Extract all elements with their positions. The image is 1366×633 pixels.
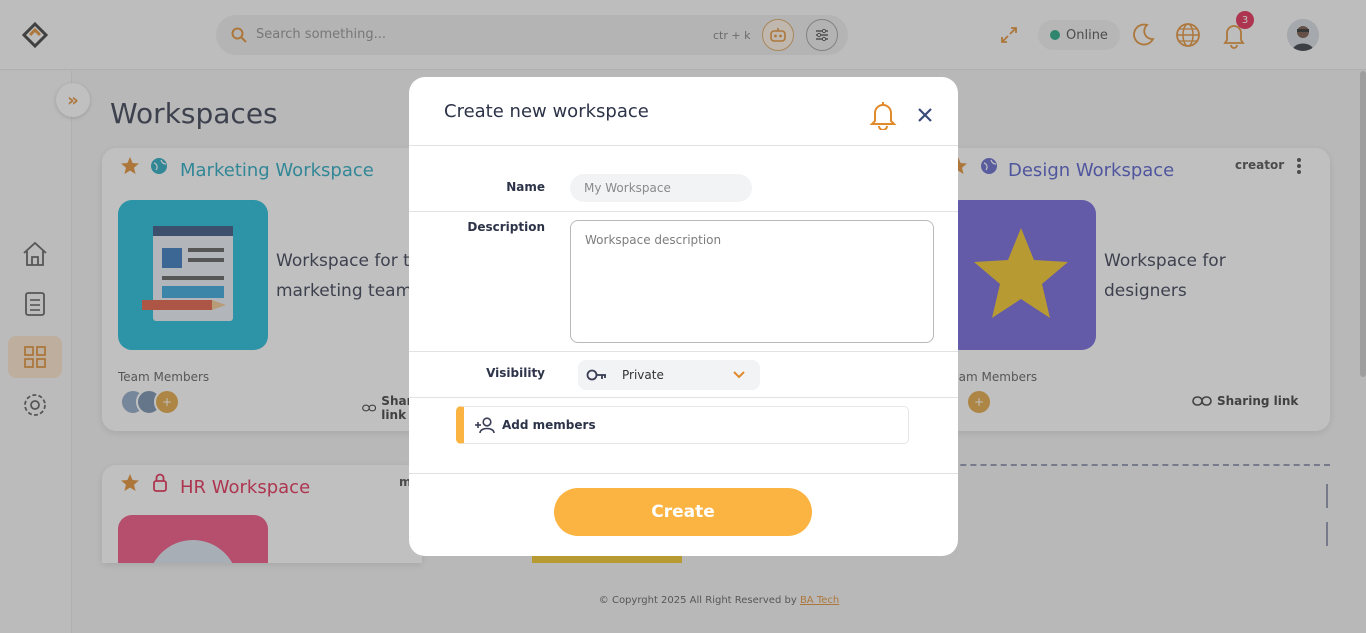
add-members-label: Add members xyxy=(502,418,596,432)
divider xyxy=(409,473,958,474)
modal-title: Create new workspace xyxy=(444,101,649,122)
add-members-button[interactable]: Add members xyxy=(456,406,909,444)
chevron-down-icon xyxy=(733,371,745,379)
divider xyxy=(409,397,958,398)
create-button[interactable]: Create xyxy=(554,488,812,536)
visibility-label: Visibility xyxy=(486,366,545,380)
name-input[interactable] xyxy=(570,174,752,202)
divider xyxy=(409,145,958,146)
divider xyxy=(409,351,958,352)
create-workspace-modal: Create new workspace Name Description Vi… xyxy=(409,77,958,556)
add-user-icon xyxy=(475,417,495,434)
description-label: Description xyxy=(467,220,545,234)
close-icon[interactable] xyxy=(915,105,935,125)
name-label: Name xyxy=(506,180,545,194)
divider xyxy=(409,211,958,212)
bell-icon[interactable] xyxy=(869,100,897,130)
visibility-value: Private xyxy=(622,368,664,382)
visibility-select[interactable]: Private xyxy=(578,360,760,390)
description-textarea[interactable] xyxy=(570,220,934,343)
key-icon xyxy=(586,369,606,381)
